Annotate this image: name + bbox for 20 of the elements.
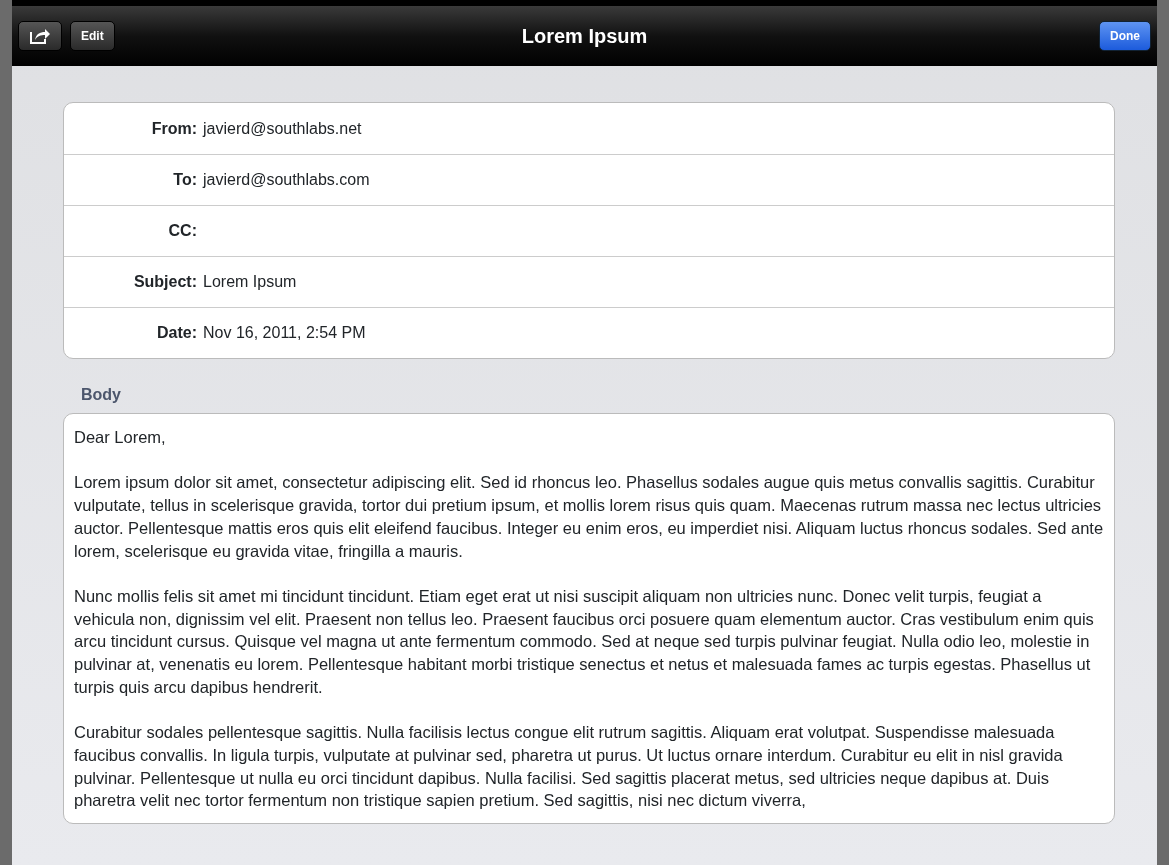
field-label: From: xyxy=(150,118,198,139)
field-label: To: xyxy=(172,170,198,190)
field-value: javierd@southlabs.com xyxy=(203,170,370,190)
section-heading: Body xyxy=(81,385,122,405)
field-value: Lorem Ipsum xyxy=(203,272,297,292)
field-value: Nov 16, 2011, 2:54 PM xyxy=(203,323,366,343)
field-label: CC: xyxy=(167,221,198,241)
field-label: Subject: xyxy=(132,272,198,292)
body-paragraph: Dear Lorem, xyxy=(74,427,167,448)
body-paragraph: Curabitur sodales pellentesque sagittis. Nulla facilisis lectus congue elit rutrum sagittis. Aliquam erat volutpat. Suspendisse malesuada faucibus convallis. In ligula turpis, vulputate at pulvinar sed, pharetra ut purus. Ut luctus ornare interdum. Curabitur eu elit in nisl gravida pulvinar. Pellentesque ut nulla eu orci tincidunt dapibus. Nulla facilisi. Sed sagittis placerat metus, sed ultricies neque dapibus at. Duis pharetra velit nec tortor fermentum non tristique sapien pretium. Sed sagittis, nisi nec dictum viverra, xyxy=(74,722,1064,812)
screen-title: Lorem Ipsum xyxy=(521,24,648,49)
share-icon xyxy=(29,27,51,45)
field-label: Date: xyxy=(156,323,198,343)
edit-button[interactable]: Edit xyxy=(70,21,115,51)
body-paragraph: Nunc mollis felis sit amet mi tincidunt tincidunt. Etiam eget erat ut nisi suscipit aliquam non ultricies nunc. Donec velit turpis, feugiat a vehicula non, dignissim vel elit. Praesent non tellus leo. Praesent faucibus orci posuere quam elementum auctor. Cras vestibulum enim quis arcu tincidunt cursus. Quisque vel magna ut ante fermentum commodo. Sed at neque sed turpis pulvinar feugiat. Nulla odio leo, molestie in pulvinar at, venenatis eu lorem. Pellentesque habitant morbi tristique senectus et netus et malesuada fames ac turpis egestas. Phasellus ut turpis quis arcu dapibus hendrerit. xyxy=(74,585,1095,698)
share-button[interactable] xyxy=(18,21,62,51)
done-button[interactable]: Done xyxy=(1099,21,1151,51)
body-text-area[interactable] xyxy=(63,413,1115,824)
body-paragraph: Lorem ipsum dolor sit amet, consectetur adipiscing elit. Sed id rhoncus leo. Phasellus sodales augue quis metus convallis sagittis. Curabitur vulputate, tellus in scelerisque gravida, tortor dui pretium ipsum, et mollis lorem risus quis quam. Maecenas rutrum massa nec lectus ultricies auctor. Pellentesque mattis eros quis elit eleifend faucibus. Integer eu enim eros, eu imperdiet nisi. Aliquam luctus rhoncus sodales. Sed ante lorem, scelerisque eu gravida vitae, fringilla a mauris. xyxy=(74,472,1104,562)
field-value: javierd@southlabs.net xyxy=(203,118,362,139)
